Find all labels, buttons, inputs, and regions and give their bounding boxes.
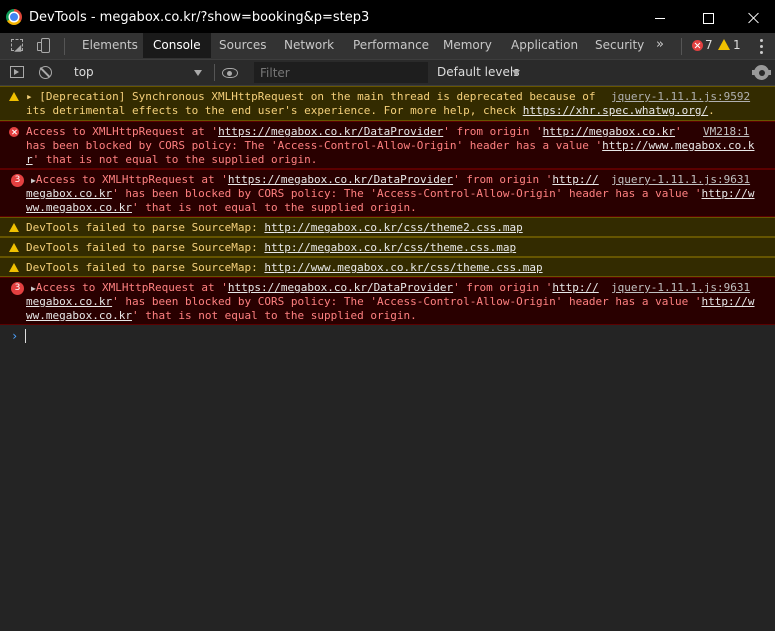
context-value: top <box>74 65 94 79</box>
customize-menu-icon[interactable] <box>760 39 763 54</box>
tab-elements[interactable]: Elements <box>82 33 138 58</box>
message-link[interactable]: http://www.megabox.co.kr/css/theme.css.m… <box>264 261 542 274</box>
error-icon <box>9 127 19 137</box>
source-link[interactable]: VM218:1 <box>703 125 749 139</box>
error-count-icon[interactable] <box>692 40 703 51</box>
message-link[interactable]: r <box>26 153 33 166</box>
message-link[interactable]: http://megabox.co.kr/css/theme2.css.map <box>264 221 522 234</box>
console-message-warning[interactable]: DevTools failed to parse SourceMap: http… <box>0 237 775 257</box>
close-window-button[interactable] <box>731 0 775 36</box>
context-selector[interactable]: top <box>65 60 207 85</box>
error-count[interactable]: 7 <box>705 38 713 52</box>
console-message-error-group[interactable]: 3 ▶Access to XMLHttpRequest at 'https://… <box>0 277 775 325</box>
window-title: DevTools - megabox.co.kr/?show=booking&p… <box>29 10 370 25</box>
warning-count[interactable]: 1 <box>733 38 741 52</box>
message-link[interactable]: megabox.co.kr <box>26 295 112 308</box>
dropdown-arrow-icon <box>194 70 202 76</box>
tab-console[interactable]: Console <box>143 33 211 58</box>
message-link[interactable]: https://xhr.spec.whatwg.org/ <box>523 104 708 117</box>
message-link[interactable]: http:// <box>552 173 598 186</box>
message-link[interactable]: http:// <box>552 281 598 294</box>
tab-memory[interactable]: Memory <box>443 33 492 58</box>
divider <box>64 38 65 55</box>
message-link[interactable]: https://megabox.co.kr/DataProvider <box>218 125 443 138</box>
tab-security[interactable]: Security <box>595 33 644 58</box>
console-message-warning[interactable]: DevTools failed to parse SourceMap: http… <box>0 257 775 277</box>
title-bar: DevTools - megabox.co.kr/?show=booking&p… <box>0 0 775 36</box>
divider <box>214 64 215 81</box>
more-tabs-icon[interactable]: » <box>656 37 664 52</box>
minimize-button[interactable] <box>637 0 683 36</box>
console-prompt-icon: › <box>11 329 19 343</box>
live-expression-eye-icon[interactable] <box>222 68 238 78</box>
message-link[interactable]: ww.megabox.co.kr <box>26 309 132 322</box>
inspect-element-icon[interactable] <box>10 38 26 54</box>
message-link[interactable]: http://megabox.co.kr <box>543 125 675 138</box>
warning-count-icon[interactable] <box>718 39 730 50</box>
filter-input[interactable] <box>254 62 428 83</box>
warning-icon <box>9 223 19 232</box>
message-link[interactable]: https://megabox.co.kr/DataProvider <box>228 173 453 186</box>
console-messages: ▸ [Deprecation] Synchronous XMLHttpReque… <box>0 86 775 631</box>
console-message-warning[interactable]: ▸ [Deprecation] Synchronous XMLHttpReque… <box>0 86 775 121</box>
clear-console-icon[interactable] <box>39 66 52 79</box>
warning-icon <box>9 92 19 101</box>
log-levels-dropdown[interactable]: Default levels <box>437 65 519 79</box>
dropdown-arrow-icon[interactable] <box>512 70 520 76</box>
console-message-warning[interactable]: DevTools failed to parse SourceMap: http… <box>0 217 775 237</box>
tab-sources[interactable]: Sources <box>219 33 266 58</box>
source-link[interactable]: jquery-1.11.1.js:9592 <box>611 90 750 104</box>
panel-tab-bar: Elements Console Sources Network Perform… <box>0 33 775 60</box>
message-link[interactable]: ww.megabox.co.kr <box>26 201 132 214</box>
divider <box>681 38 682 55</box>
maximize-button[interactable] <box>686 0 732 36</box>
console-message-error[interactable]: Access to XMLHttpRequest at 'https://meg… <box>0 121 775 169</box>
source-link[interactable]: jquery-1.11.1.js:9631 <box>611 173 750 187</box>
warning-icon <box>9 263 19 272</box>
message-link[interactable]: http://w <box>702 187 755 200</box>
message-link[interactable]: megabox.co.kr <box>26 187 112 200</box>
source-link[interactable]: jquery-1.11.1.js:9631 <box>611 281 750 295</box>
tab-network[interactable]: Network <box>284 33 334 58</box>
warning-icon <box>9 243 19 252</box>
repeat-count-badge: 3 <box>11 282 24 295</box>
show-sidebar-icon[interactable] <box>10 66 24 78</box>
tab-performance[interactable]: Performance <box>353 33 429 58</box>
chrome-logo-icon <box>6 9 22 25</box>
repeat-count-badge: 3 <box>11 174 24 187</box>
console-toolbar: top Default levels <box>0 60 775 86</box>
message-link[interactable]: http://w <box>702 295 755 308</box>
settings-gear-icon[interactable] <box>752 65 771 80</box>
message-link[interactable]: http://www.megabox.co.k <box>602 139 754 152</box>
device-toolbar-icon[interactable] <box>37 38 53 54</box>
message-link[interactable]: http://megabox.co.kr/css/theme.css.map <box>264 241 516 254</box>
message-link[interactable]: https://megabox.co.kr/DataProvider <box>228 281 453 294</box>
devtools-window: DevTools - megabox.co.kr/?show=booking&p… <box>0 0 775 631</box>
console-input-cursor[interactable] <box>25 329 26 343</box>
console-message-error-group[interactable]: 3 ▶Access to XMLHttpRequest at 'https://… <box>0 169 775 217</box>
tab-application[interactable]: Application <box>511 33 578 58</box>
